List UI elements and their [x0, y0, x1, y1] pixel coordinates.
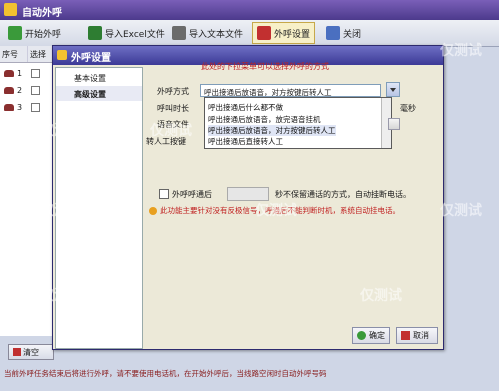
app-title-bar: 自动外呼 — [0, 0, 499, 20]
clear-label: 清空 — [23, 347, 39, 357]
warning-text: 此功能主要针对没有反极信号，呼通后不能判断时机，系统自动挂电话。 — [160, 206, 400, 215]
warning-icon — [149, 206, 157, 215]
voice-file-label: 语音文件 — [157, 120, 189, 129]
dropdown-option[interactable]: 呼出接通后放语音，放完语音挂机 — [208, 114, 321, 125]
settings-icon — [257, 26, 271, 40]
header-no: 序号 — [0, 46, 28, 62]
dropdown-option-selected[interactable]: 呼出接通后放语音，对方按键后转人工 — [208, 125, 336, 136]
clear-button[interactable]: 清空 — [8, 344, 54, 360]
cancel-icon — [401, 331, 410, 340]
import-text-label: 导入文本文件 — [189, 29, 244, 40]
duration-label: 呼叫时长 — [157, 104, 189, 113]
import-excel-label: 导入Excel文件 — [105, 29, 165, 40]
close-label: 关闭 — [343, 29, 362, 40]
mode-label: 外呼方式 — [157, 87, 189, 96]
chevron-down-icon[interactable] — [386, 82, 400, 97]
cancel-button[interactable]: 取消 — [396, 327, 438, 344]
dropdown-option[interactable]: 呼出接通后直接转人工 — [208, 136, 283, 147]
warning-text-row: 此功能主要针对没有反极信号，呼通后不能判断时机，系统自动挂电话。 — [149, 205, 400, 216]
hint-text: 此处的下拉菜单可以选择外呼的方式 — [201, 62, 329, 71]
start-call-label: 开始外呼 — [25, 29, 62, 40]
row-checkbox[interactable] — [31, 85, 40, 95]
spinner-icon[interactable] — [388, 118, 400, 130]
watermark: 仅测试 — [440, 203, 482, 219]
phone-icon — [4, 69, 14, 77]
auto-hangup-checkbox[interactable] — [159, 189, 169, 199]
app-title: 自动外呼 — [22, 8, 62, 19]
dropdown-option[interactable]: 呼出接通后什么都不做 — [208, 102, 283, 113]
phone-icon — [4, 86, 14, 94]
transfer-key-label: 转人工按键 — [146, 137, 186, 146]
cancel-label: 取消 — [413, 331, 429, 340]
phone-icon — [4, 103, 14, 111]
main-toolbar: 开始外呼 导入Excel文件 导入文本文件 外呼设置 关闭 — [0, 20, 499, 47]
call-mode-select[interactable]: 呼出接通后放语音，对方按键后转人工 — [200, 84, 381, 97]
auto-hangup-row: 外呼呼通后 秒不保留通话的方式，自动挂断电话。 — [159, 187, 411, 201]
ok-label: 确定 — [369, 331, 385, 340]
row-no: 2 — [17, 85, 23, 95]
table-row[interactable]: 3 — [0, 100, 56, 114]
settings-sidebar: 基本设置 高级设置 — [55, 67, 143, 349]
excel-icon — [88, 26, 102, 40]
close-icon — [326, 26, 340, 40]
import-excel-button[interactable]: 导入Excel文件 — [84, 23, 169, 43]
ms-unit-label: 毫秒 — [400, 104, 416, 113]
call-settings-dialog: 外呼设置 基本设置 高级设置 此处的下拉菜单可以选择外呼的方式 外呼方式 呼出接… — [52, 45, 444, 350]
row-no: 1 — [17, 68, 23, 78]
import-text-button[interactable]: 导入文本文件 — [168, 23, 247, 43]
row-no: 3 — [17, 102, 23, 112]
ok-button[interactable]: 确定 — [352, 327, 390, 344]
call-list-table: 序号 选择 1 2 3 — [0, 46, 57, 336]
auto-hangup-label: 外呼呼通后 — [172, 189, 212, 199]
seconds-input[interactable] — [227, 187, 269, 201]
auto-hangup-suffix: 秒不保留通话的方式，自动挂断电话。 — [275, 189, 411, 199]
status-text: 当前外呼任务结束后将进行外呼，请不要使用电话机，在开始外呼后，当线路空闲时自动外… — [4, 369, 327, 378]
close-button[interactable]: 关闭 — [322, 23, 365, 43]
start-call-button[interactable]: 开始外呼 — [4, 23, 65, 43]
clear-icon — [13, 348, 21, 356]
table-row[interactable]: 1 — [0, 66, 56, 80]
call-settings-button[interactable]: 外呼设置 — [252, 22, 316, 44]
row-checkbox[interactable] — [31, 68, 40, 78]
table-header: 序号 选择 — [0, 46, 56, 63]
table-row[interactable]: 2 — [0, 83, 56, 97]
dialog-icon — [57, 50, 67, 60]
call-settings-label: 外呼设置 — [274, 29, 311, 40]
row-checkbox[interactable] — [31, 102, 40, 112]
call-mode-dropdown-list: 呼出接通后什么都不做 呼出接通后放语音，放完语音挂机 呼出接通后放语音，对方按键… — [204, 97, 392, 149]
sidebar-item-basic[interactable]: 基本设置 — [56, 70, 142, 85]
text-file-icon — [172, 26, 186, 40]
sidebar-item-advanced[interactable]: 高级设置 — [56, 86, 142, 101]
dialog-title: 外呼设置 — [71, 53, 111, 64]
check-icon — [357, 331, 366, 340]
play-icon — [8, 26, 22, 40]
app-icon — [4, 3, 17, 16]
